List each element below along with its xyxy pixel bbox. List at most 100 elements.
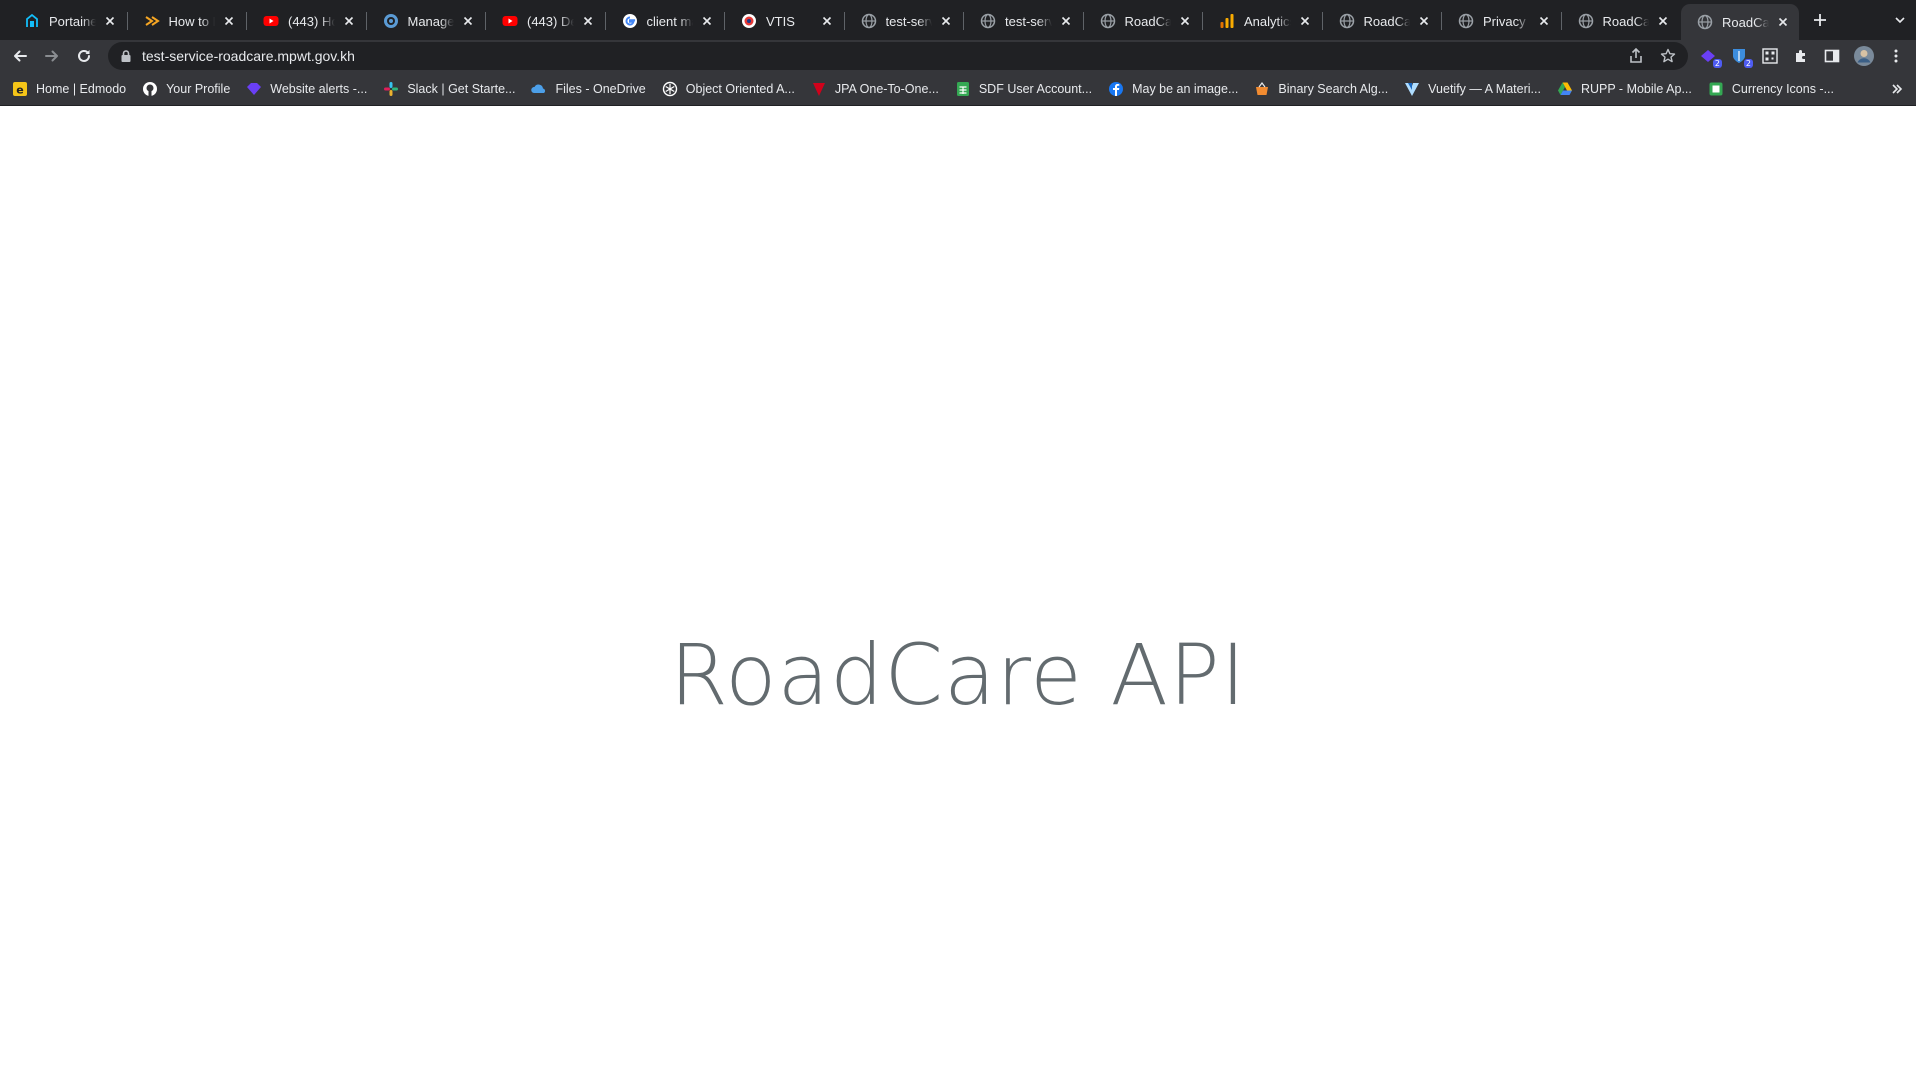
extensions-button[interactable] (1789, 44, 1813, 68)
tab-close-button[interactable] (221, 13, 237, 29)
bookmark-label: Vuetify — A Materi... (1428, 81, 1541, 96)
bookmark-item[interactable]: Binary Search Alg... (1254, 81, 1388, 97)
tab-title: Analytics (1244, 13, 1291, 29)
bookmark-item[interactable]: Slack | Get Starte... (383, 81, 515, 97)
tab[interactable]: RoadCare (1084, 5, 1202, 37)
close-icon (583, 16, 592, 26)
tab[interactable]: How to Li (128, 5, 246, 37)
globe-icon (861, 13, 876, 29)
tab-title: Manage s (407, 13, 455, 29)
tab-close-button[interactable] (1416, 13, 1432, 29)
tab[interactable]: client ma (606, 5, 724, 37)
address-bar[interactable]: test-service-roadcare.mpwt.gov.kh (108, 42, 1688, 70)
diamond-icon (247, 82, 262, 95)
share-icon (1630, 48, 1642, 63)
drive-icon (1557, 82, 1572, 95)
tab-close-button[interactable] (460, 13, 476, 29)
bookmark-item[interactable]: e Home | Edmodo (12, 81, 126, 97)
bookmark-label: Binary Search Alg... (1278, 81, 1389, 96)
bookmark-item[interactable]: Your Profile (142, 81, 230, 97)
bookmarks-bar: e Home | Edmodo Your Profile Website alerts… (0, 72, 1916, 106)
tab-close-button[interactable] (102, 13, 118, 29)
bookmark-star-button[interactable] (1656, 44, 1680, 68)
side-panel-button[interactable] (1820, 44, 1844, 68)
reload-button[interactable] (72, 44, 96, 68)
bookmark-item[interactable]: Currency Icons -... (1708, 81, 1834, 97)
tab[interactable]: VTIS (725, 5, 843, 37)
openai-icon (662, 81, 677, 96)
bookmark-item[interactable]: Vuetify — A Materi... (1404, 81, 1541, 97)
new-tab-button[interactable] (1808, 8, 1832, 32)
tab-favicon (980, 13, 996, 29)
bookmark-item[interactable]: Website alerts -... (246, 81, 367, 97)
tab-close-button[interactable] (699, 13, 715, 29)
bitwarden-button[interactable]: 2 (1727, 44, 1753, 68)
globe-icon (1697, 14, 1713, 30)
bookmark-favicon (142, 81, 158, 97)
forward-button[interactable] (40, 44, 64, 68)
bookmark-favicon (1708, 81, 1724, 97)
tab-close-button[interactable] (1655, 13, 1671, 29)
close-icon (1658, 16, 1668, 26)
tab[interactable]: (443) How (247, 5, 365, 37)
bookmark-item[interactable]: May be an image... (1108, 81, 1238, 97)
close-icon (463, 16, 473, 26)
tab-close-button[interactable] (1775, 14, 1791, 30)
page-title: RoadCare API (669, 626, 1247, 724)
back-button[interactable] (8, 44, 32, 68)
tab[interactable]: test-servi (964, 5, 1082, 37)
bookmark-favicon (1404, 81, 1420, 97)
tab-close-button[interactable] (1177, 13, 1193, 29)
tab[interactable]: RoadCare (1562, 5, 1680, 37)
tab-close-button[interactable] (1536, 13, 1552, 29)
url-text[interactable]: test-service-roadcare.mpwt.gov.kh (142, 48, 355, 64)
tab-search-button[interactable] (1888, 8, 1912, 32)
tab-title: test-servi (1005, 13, 1052, 29)
tab-close-button[interactable] (938, 13, 954, 29)
bookmarks-overflow-button[interactable] (1888, 80, 1906, 98)
lock-icon[interactable] (120, 49, 132, 63)
bookmark-label: May be an image... (1132, 81, 1239, 96)
browser-menu-button[interactable] (1884, 44, 1908, 68)
facebook-icon (1109, 81, 1124, 96)
tab-favicon (144, 13, 160, 29)
close-icon (344, 16, 353, 26)
tab-close-button[interactable] (1058, 13, 1074, 29)
profile-avatar[interactable] (1852, 44, 1876, 68)
tab-close-button[interactable] (819, 13, 835, 29)
bookmark-item[interactable]: SDF User Account... (955, 81, 1092, 97)
qr-button[interactable] (1758, 44, 1782, 68)
tab-favicon (1100, 13, 1116, 29)
tab-close-button[interactable] (341, 13, 357, 29)
tab[interactable]: Manage s (367, 5, 485, 37)
bookmark-favicon (531, 81, 547, 97)
extension-purple-button[interactable]: 2 (1696, 44, 1722, 68)
close-icon (941, 16, 951, 26)
plus-icon (1814, 14, 1826, 26)
tab-favicon (622, 13, 638, 29)
bookmark-item[interactable]: Object Oriented A... (662, 81, 795, 97)
tab-close-button[interactable] (580, 13, 596, 29)
share-button[interactable] (1624, 44, 1648, 68)
close-icon (1778, 17, 1787, 27)
youtube-icon (502, 16, 518, 26)
bookmark-label: SDF User Account... (978, 81, 1093, 96)
tab[interactable]: Analytics (1203, 5, 1321, 37)
bookmark-item[interactable]: RUPP - Mobile Ap... (1557, 81, 1692, 97)
tab[interactable]: Privacy er (1442, 5, 1560, 37)
globe-icon (1458, 13, 1474, 29)
bookmark-item[interactable]: JPA One-To-One... (811, 81, 939, 97)
tab[interactable]: Portainer (8, 5, 126, 37)
tab-close-button[interactable] (1297, 13, 1313, 29)
tab[interactable]: (443) Dev (486, 5, 604, 37)
bookmark-favicon (662, 81, 678, 97)
svg-text:e: e (16, 83, 23, 96)
bookmark-label: Files - OneDrive (555, 81, 646, 96)
tab-title: How to Li (168, 13, 216, 29)
tab-active[interactable]: RoadCare (1681, 4, 1799, 40)
tab-title: Privacy er (1483, 13, 1530, 29)
globe-icon (1100, 13, 1115, 29)
tab[interactable]: RoadCare (1323, 5, 1441, 37)
tab[interactable]: test-servi (845, 5, 963, 37)
bookmark-item[interactable]: Files - OneDrive (531, 81, 646, 97)
